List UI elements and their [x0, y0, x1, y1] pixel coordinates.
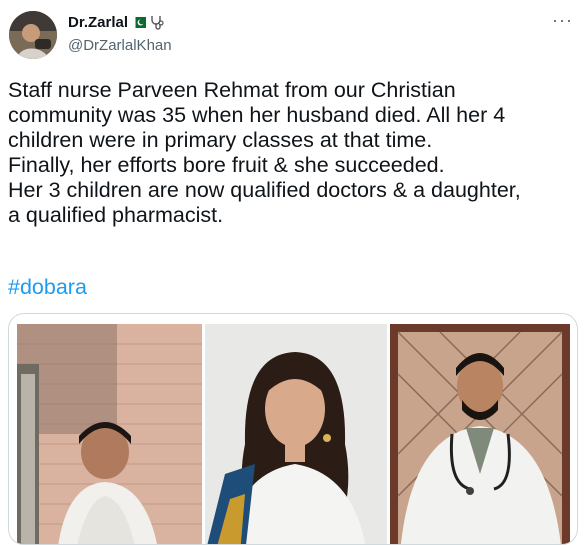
photo-son-doctor[interactable]: [390, 324, 570, 544]
tweet-text-line: Finally, her efforts bore fruit & she su…: [8, 153, 445, 177]
author-handle[interactable]: @DrZarlalKhan: [68, 37, 172, 54]
photo-mother[interactable]: [17, 324, 202, 544]
tweet-text-line: children were in primary classes at that…: [8, 128, 433, 152]
avatar-image: [9, 11, 57, 59]
photo-daughter-image: [205, 324, 387, 544]
tweet-text-line: Staff nurse Parveen Rehmat from our Chri…: [8, 78, 456, 102]
tweet-text: Staff nurse Parveen Rehmat from our Chri…: [8, 78, 578, 228]
photo-son-doctor-image: [390, 324, 570, 544]
photo-daughter[interactable]: [205, 324, 387, 544]
author-display-name[interactable]: Dr.Zarlal: [68, 14, 128, 31]
tweet-text-line: a qualified pharmacist.: [8, 203, 224, 227]
tweet-media[interactable]: [8, 313, 578, 545]
author-name-row: Dr.Zarlal: [68, 14, 164, 31]
stethoscope-icon: [151, 16, 164, 30]
photo-mother-image: [17, 324, 202, 544]
more-options-icon[interactable]: ···: [552, 10, 573, 31]
hashtag-link[interactable]: #dobara: [8, 275, 87, 300]
avatar[interactable]: [9, 11, 57, 59]
tweet-text-line: Her 3 children are now qualified doctors…: [8, 178, 521, 202]
pakistan-flag-icon: [132, 17, 147, 28]
tweet-text-line: community was 35 when her husband died. …: [8, 103, 506, 127]
